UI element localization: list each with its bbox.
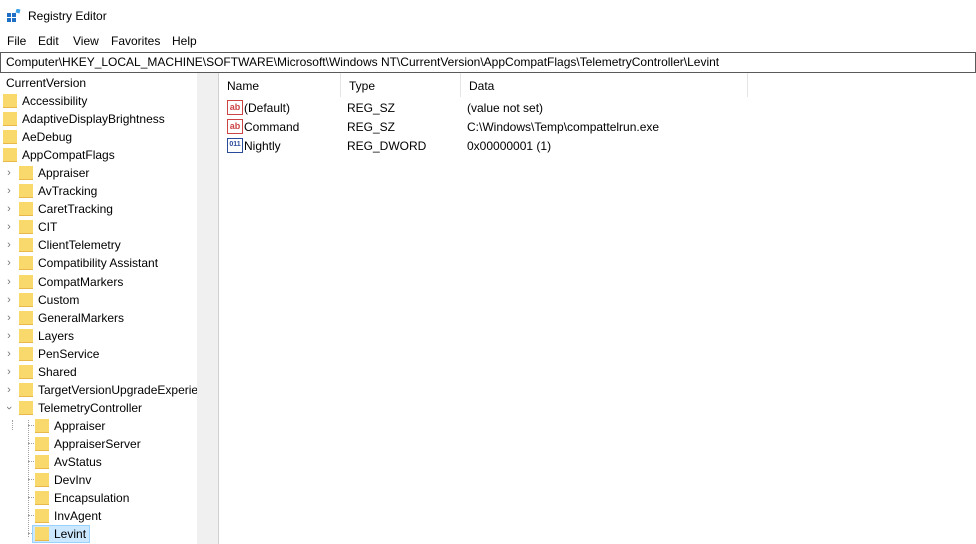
tree-item-encapsulation[interactable]: Encapsulation: [0, 489, 196, 507]
table-row[interactable]: ab (Default) REG_SZ (value not set): [219, 98, 976, 117]
folder-icon: [19, 220, 33, 234]
folder-icon: [19, 184, 33, 198]
folder-icon: [3, 148, 17, 162]
value-type: REG_SZ: [347, 101, 396, 115]
folder-icon: [3, 112, 17, 126]
chevron-right-icon[interactable]: ›: [4, 185, 14, 197]
title-bar: Registry Editor: [0, 0, 976, 32]
folder-icon: [19, 383, 33, 397]
folder-icon: [35, 455, 49, 469]
tree-item-avtracking[interactable]: › AvTracking: [0, 182, 196, 200]
key-tree: CurrentVersion Accessibility AdaptiveDis…: [0, 73, 214, 544]
tree-item-custom[interactable]: › Custom: [0, 291, 196, 309]
chevron-right-icon[interactable]: ›: [4, 384, 14, 396]
column-header-type[interactable]: Type: [341, 73, 461, 97]
tree-item-carettracking[interactable]: › CaretTracking: [0, 200, 196, 218]
tree-item-layers[interactable]: › Layers: [0, 327, 196, 345]
folder-icon: [19, 166, 33, 180]
tree-item-devinv[interactable]: DevInv: [0, 471, 196, 489]
tree-item-telemetry-appraiser[interactable]: Appraiser: [0, 417, 196, 435]
tree-item-compatmarkers[interactable]: › CompatMarkers: [0, 273, 196, 291]
chevron-right-icon[interactable]: ›: [4, 294, 14, 306]
chevron-right-icon[interactable]: ›: [4, 366, 14, 378]
tree-item-compatibility-assistant[interactable]: › Compatibility Assistant: [0, 254, 196, 272]
tree-item-targetversionupgradeexperience[interactable]: › TargetVersionUpgradeExperien: [0, 381, 205, 399]
chevron-right-icon[interactable]: ›: [4, 348, 14, 360]
folder-icon: [35, 527, 49, 541]
string-value-icon: ab: [227, 119, 243, 134]
chevron-right-icon[interactable]: ›: [4, 221, 14, 233]
folder-icon: [35, 473, 49, 487]
value-data: C:\Windows\Temp\compattelrun.exe: [467, 120, 660, 134]
tree-item-currentversion[interactable]: CurrentVersion: [0, 74, 196, 92]
tree-item-accessibility[interactable]: Accessibility: [0, 92, 196, 110]
tree-item-avstatus[interactable]: AvStatus: [0, 453, 196, 471]
folder-icon: [35, 419, 49, 433]
tree-item-telemetrycontroller[interactable]: › TelemetryController: [0, 399, 196, 417]
folder-icon: [19, 202, 33, 216]
address-path: Computer\HKEY_LOCAL_MACHINE\SOFTWARE\Mic…: [6, 55, 720, 69]
chevron-right-icon[interactable]: ›: [4, 330, 14, 342]
value-name: (Default): [244, 101, 291, 115]
folder-icon: [19, 238, 33, 252]
tree-item-aedebug[interactable]: AeDebug: [0, 128, 196, 146]
chevron-right-icon[interactable]: ›: [4, 203, 14, 215]
string-value-icon: ab: [227, 100, 243, 115]
column-header-name[interactable]: Name: [219, 73, 341, 97]
folder-icon: [19, 275, 33, 289]
folder-icon: [19, 293, 33, 307]
value-list: Name Type Data ab (Default) REG_SZ (valu…: [219, 73, 976, 544]
menu-bar: File Edit View Favorites Help: [0, 32, 976, 52]
tree-item-shared[interactable]: › Shared: [0, 363, 196, 381]
tree-item-clienttelemetry[interactable]: › ClientTelemetry: [0, 236, 196, 254]
chevron-right-icon[interactable]: ›: [4, 312, 14, 324]
value-name: Command: [244, 120, 300, 134]
value-type: REG_SZ: [347, 120, 396, 134]
folder-icon: [19, 401, 33, 415]
value-data: (value not set): [467, 101, 544, 115]
dword-value-icon: 011: [227, 138, 243, 153]
tree-item-invagent[interactable]: InvAgent: [0, 507, 196, 525]
menu-file[interactable]: File: [6, 34, 27, 48]
chevron-right-icon[interactable]: ›: [4, 257, 14, 269]
folder-icon: [19, 256, 33, 270]
value-data: 0x00000001 (1): [467, 139, 552, 153]
menu-edit[interactable]: Edit: [37, 34, 60, 48]
table-row[interactable]: ab Command REG_SZ C:\Windows\Temp\compat…: [219, 117, 976, 136]
folder-icon: [19, 311, 33, 325]
folder-icon: [3, 94, 17, 108]
tree-item-penservice[interactable]: › PenService: [0, 345, 196, 363]
address-bar[interactable]: Computer\HKEY_LOCAL_MACHINE\SOFTWARE\Mic…: [0, 52, 976, 73]
value-type: REG_DWORD: [347, 139, 427, 153]
window-title: Registry Editor: [28, 9, 107, 23]
menu-help[interactable]: Help: [171, 34, 198, 48]
menu-favorites[interactable]: Favorites: [110, 34, 161, 48]
value-name: Nightly: [244, 139, 281, 153]
tree-item-appraiser[interactable]: › Appraiser: [0, 164, 196, 182]
tree-item-levint[interactable]: Levint: [0, 525, 196, 543]
folder-icon: [35, 491, 49, 505]
column-header-data[interactable]: Data: [461, 73, 748, 97]
table-row[interactable]: 011 Nightly REG_DWORD 0x00000001 (1): [219, 136, 976, 155]
folder-icon: [35, 509, 49, 523]
tree-scrollbar[interactable]: [197, 73, 214, 544]
folder-icon: [3, 130, 17, 144]
folder-icon: [19, 347, 33, 361]
tree-item-generalmarkers[interactable]: › GeneralMarkers: [0, 309, 196, 327]
tree-item-cit[interactable]: › CIT: [0, 218, 196, 236]
chevron-right-icon[interactable]: ›: [4, 167, 14, 179]
folder-icon: [35, 437, 49, 451]
chevron-right-icon[interactable]: ›: [4, 276, 14, 288]
tree-item-appcompatflags[interactable]: AppCompatFlags: [0, 146, 196, 164]
menu-view[interactable]: View: [72, 34, 100, 48]
chevron-down-icon[interactable]: ›: [3, 403, 15, 413]
tree-item-appraiserserver[interactable]: AppraiserServer: [0, 435, 196, 453]
folder-icon: [19, 365, 33, 379]
registry-editor-icon: [7, 9, 21, 22]
folder-icon: [19, 329, 33, 343]
chevron-right-icon[interactable]: ›: [4, 239, 14, 251]
tree-item-adaptivedisplaybrightness[interactable]: AdaptiveDisplayBrightness: [0, 110, 196, 128]
